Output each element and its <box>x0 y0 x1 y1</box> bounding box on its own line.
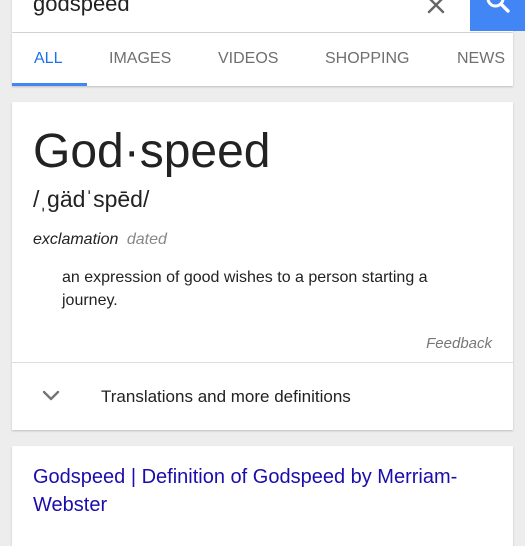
search-input[interactable]: godspeed <box>33 0 130 17</box>
feedback-link[interactable]: Feedback <box>426 334 492 354</box>
tab-images[interactable]: IMAGES <box>109 33 171 86</box>
search-bar: godspeed <box>12 0 525 32</box>
tab-shopping[interactable]: SHOPPING <box>325 33 409 86</box>
headword: God·speed <box>33 125 271 178</box>
more-definitions-button[interactable]: Translations and more definitions <box>12 363 513 430</box>
active-tab-indicator <box>12 83 87 86</box>
search-tabs: ALL IMAGES VIDEOS SHOPPING NEWS <box>12 33 513 86</box>
search-result: Godspeed | Definition of Godspeed by Mer… <box>12 446 513 546</box>
part-of-speech-line: exclamation dated <box>33 229 167 251</box>
tab-news[interactable]: NEWS <box>457 33 505 86</box>
more-definitions-label: Translations and more definitions <box>101 387 351 406</box>
close-icon <box>427 0 445 19</box>
pronunciation: /ˌgädˈspēd/ <box>33 186 150 212</box>
definition-text: an expression of good wishes to a person… <box>62 269 428 309</box>
part-of-speech: exclamation <box>33 231 119 248</box>
clear-search-button[interactable] <box>420 0 452 20</box>
chevron-down-icon <box>42 389 60 407</box>
definition-card: God·speed /ˌgädˈspēd/ exclamation dated … <box>12 102 513 430</box>
result-title-link[interactable]: Godspeed | Definition of Godspeed by Mer… <box>33 463 493 519</box>
search-button[interactable] <box>470 0 525 31</box>
search-icon <box>485 0 511 31</box>
register-label: dated <box>126 231 167 248</box>
tab-videos[interactable]: VIDEOS <box>218 33 278 86</box>
tab-all[interactable]: ALL <box>34 33 62 86</box>
